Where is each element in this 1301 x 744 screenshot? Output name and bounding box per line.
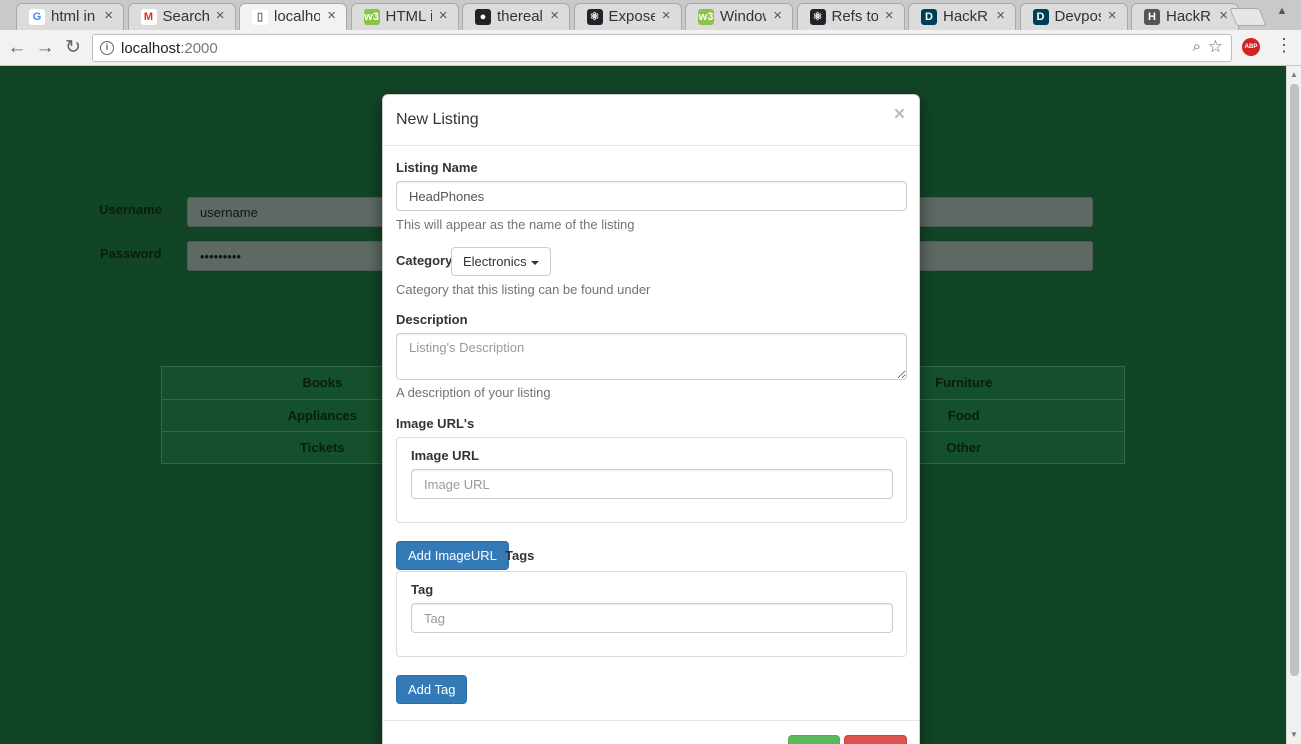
tab-title: Devpos <box>1054 8 1101 25</box>
gmail-icon: M <box>140 9 157 25</box>
back-icon[interactable]: ← <box>5 36 29 60</box>
image-urls-label: Image URL's <box>396 416 475 431</box>
forward-icon[interactable]: → <box>33 36 57 60</box>
browser-tab[interactable]: w3 HTML in × <box>350 3 459 30</box>
tab-close-icon[interactable]: × <box>1219 7 1228 24</box>
scrollbar-thumb[interactable] <box>1290 84 1299 676</box>
browser-tab[interactable]: ▯ localho × <box>239 3 347 30</box>
page-scrollbar[interactable]: ▲ ▼ <box>1286 66 1301 744</box>
description-help: A description of your listing <box>396 385 551 400</box>
address-bar[interactable]: i localhost:2000 ⌕ ☆ <box>92 34 1232 62</box>
add-image-url-button[interactable]: Add ImageURL <box>396 541 509 570</box>
github-icon: ● <box>475 9 491 25</box>
browser-menu-icon[interactable]: ⋮ <box>1275 35 1293 56</box>
window-menu-icon[interactable]: ▲ <box>1273 3 1291 19</box>
tag-label: Tag <box>411 582 434 597</box>
react-icon: ⚛ <box>586 9 603 25</box>
adblock-extension-icon[interactable]: ABP <box>1242 38 1260 56</box>
tab-close-icon[interactable]: × <box>885 7 894 24</box>
description-textarea[interactable] <box>396 333 907 380</box>
reload-icon[interactable]: ↻ <box>61 36 85 60</box>
tab-title: HackRi <box>943 8 989 25</box>
image-url-label: Image URL <box>411 448 479 463</box>
w3-icon: w3 <box>363 9 380 25</box>
browser-tab[interactable]: w3 Window × <box>685 3 793 30</box>
image-url-input[interactable] <box>411 469 893 499</box>
category-dropdown-value: Electronics <box>463 254 527 269</box>
google-icon: G <box>29 9 45 25</box>
cancel-button[interactable]: Cancel <box>844 735 907 744</box>
listing-name-help: This will appear as the name of the list… <box>396 217 635 232</box>
modal-title: New Listing <box>396 111 479 128</box>
tab-title: Window <box>720 8 766 25</box>
browser-tab[interactable]: H HackRi × <box>1131 3 1239 30</box>
devpost-icon: D <box>1032 9 1049 25</box>
bookmark-star-icon[interactable]: ☆ <box>1208 37 1223 57</box>
browser-tab[interactable]: D Devpos × <box>1019 3 1128 30</box>
listing-name-input[interactable] <box>396 181 907 211</box>
listing-name-label: Listing Name <box>396 160 478 175</box>
browser-tab[interactable]: ⚛ Expose × <box>573 3 682 30</box>
browser-tab[interactable]: Ghtml in × <box>16 3 124 30</box>
tags-label: Tags <box>505 548 535 563</box>
tab-close-icon[interactable]: × <box>327 7 336 24</box>
modal-footer: Post Cancel <box>383 720 919 744</box>
zoom-icon[interactable]: ⌕ <box>1193 38 1201 55</box>
tab-title: Expose <box>608 8 655 25</box>
tag-input[interactable] <box>411 603 893 633</box>
browser-tab[interactable]: D HackRi × <box>908 3 1016 30</box>
category-help: Category that this listing can be found … <box>396 282 651 297</box>
category-dropdown[interactable]: Electronics <box>451 247 551 276</box>
browser-tab-strip: Ghtml in × M Search × ▯ localho × w3 HTML in × ● the… <box>0 0 1301 30</box>
scroll-up-icon[interactable]: ▲ <box>1290 70 1298 79</box>
tab-title: HackRi <box>1166 8 1212 25</box>
tab-title: Search <box>162 8 209 25</box>
scroll-down-icon[interactable]: ▼ <box>1290 730 1298 739</box>
url-host: localhost <box>121 40 181 57</box>
site-info-icon[interactable]: i <box>100 41 114 55</box>
tab-title: html in <box>51 8 96 25</box>
tab-title: Refs to <box>831 8 878 25</box>
new-tab-button[interactable] <box>1229 8 1267 26</box>
tab-title: localho <box>274 8 320 25</box>
new-listing-modal: New Listing × Listing Name This will app… <box>382 94 920 744</box>
tab-close-icon[interactable]: × <box>216 7 225 24</box>
browser-tab[interactable]: M Search × <box>127 3 236 30</box>
tab-close-icon[interactable]: × <box>996 7 1005 24</box>
url-text[interactable]: localhost:2000 <box>121 40 218 57</box>
image-url-panel: Image URL <box>396 437 907 523</box>
url-port: :2000 <box>180 40 218 57</box>
tab-close-icon[interactable]: × <box>1108 7 1117 24</box>
devpost-icon: D <box>921 9 937 25</box>
tab-title: HTML in <box>385 8 432 25</box>
browser-tab[interactable]: ⚛ Refs to × <box>796 3 905 30</box>
page-icon: ▯ <box>252 9 268 25</box>
browser-tab[interactable]: ● thereal × <box>462 3 570 30</box>
tab-close-icon[interactable]: × <box>662 7 671 24</box>
tab-title: thereal <box>497 8 543 25</box>
post-button[interactable]: Post <box>788 735 840 744</box>
modal-header: New Listing × <box>383 95 919 146</box>
tab-close-icon[interactable]: × <box>439 7 448 24</box>
tab-close-icon[interactable]: × <box>773 7 782 24</box>
caret-down-icon <box>530 260 539 265</box>
tab-close-icon[interactable]: × <box>104 7 113 24</box>
hackathon-icon: H <box>1144 9 1160 25</box>
description-label: Description <box>396 312 468 327</box>
browser-toolbar: ← → ↻ i localhost:2000 ⌕ ☆ ABP ⋮ <box>0 30 1301 66</box>
category-label: Category <box>396 253 453 268</box>
tab-close-icon[interactable]: × <box>550 7 559 24</box>
react-icon: ⚛ <box>809 9 826 25</box>
add-tag-button[interactable]: Add Tag <box>396 675 468 704</box>
w3-icon: w3 <box>698 9 714 25</box>
tag-panel: Tag <box>396 571 907 657</box>
close-icon[interactable]: × <box>894 104 905 126</box>
